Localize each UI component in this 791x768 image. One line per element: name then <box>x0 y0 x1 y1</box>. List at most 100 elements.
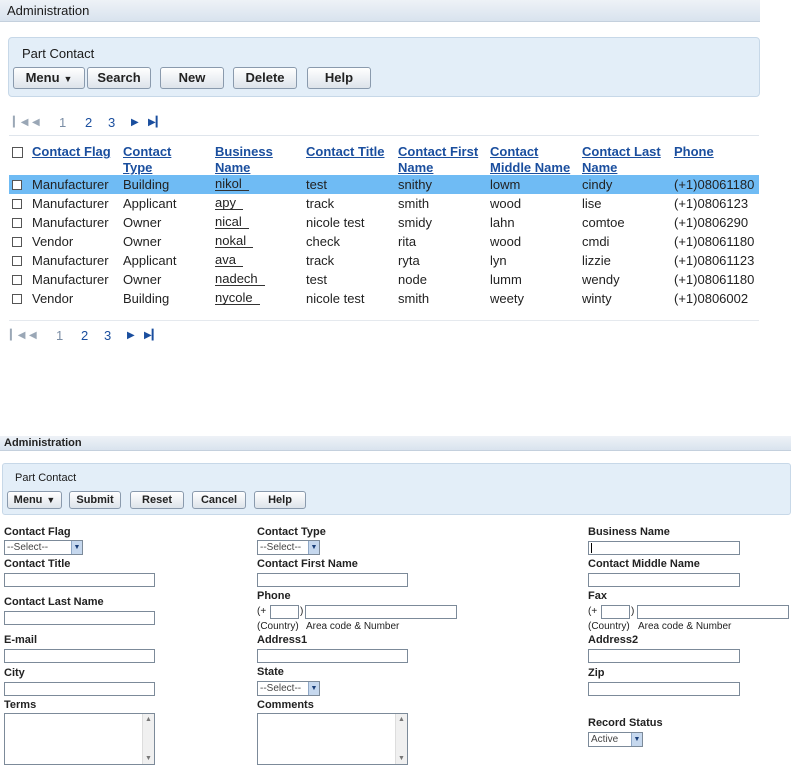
col-phone[interactable]: Phone <box>674 144 714 160</box>
contact-type-label: Contact Type <box>257 526 326 538</box>
record-status-label: Record Status <box>588 717 663 729</box>
cell-business[interactable]: nical <box>215 215 249 229</box>
cell-first: smith <box>398 196 430 211</box>
table-row[interactable]: Vendor Owner nokal check rita wood cmdi (+1)08… <box>9 232 759 251</box>
row-checkbox[interactable] <box>12 294 22 304</box>
cell-business[interactable]: nycole <box>215 291 260 305</box>
cell-title: nicole test <box>306 215 365 230</box>
reset-button[interactable]: Reset <box>130 491 184 509</box>
cancel-button[interactable]: Cancel <box>192 491 246 509</box>
cell-business[interactable]: apy <box>215 196 244 210</box>
row-checkbox[interactable] <box>12 256 22 266</box>
contact-flag-value: --Select-- <box>7 542 49 553</box>
delete-button[interactable]: Delete <box>233 67 297 89</box>
city-input[interactable] <box>4 682 155 696</box>
business-name-input[interactable] <box>588 541 740 555</box>
row-checkbox[interactable] <box>12 218 22 228</box>
first-page-icon[interactable]: ▎◀ <box>10 330 25 341</box>
row-checkbox[interactable] <box>12 275 22 285</box>
col-contact-type[interactable]: Contact Type <box>123 144 193 176</box>
cell-phone: (+1)0806290 <box>674 215 749 230</box>
fax-country-input[interactable] <box>601 605 630 619</box>
state-select[interactable]: --Select-- ▼ <box>257 681 320 696</box>
last-page-icon[interactable]: ▶▎ <box>144 330 159 341</box>
col-contact-middle-name[interactable]: Contact Middle Name <box>490 144 575 176</box>
new-button[interactable]: New <box>160 67 224 89</box>
contact-title-input[interactable] <box>4 573 155 587</box>
table-row[interactable]: Manufacturer Applicant apy track smith wood l… <box>9 194 759 213</box>
col-business-name[interactable]: Business Name <box>215 144 285 176</box>
row-checkbox[interactable] <box>12 237 22 247</box>
scroll-up-icon[interactable]: ▲ <box>145 716 152 723</box>
cell-middle: wood <box>490 234 522 249</box>
fax-area-hint: Area code & Number <box>638 621 732 632</box>
scroll-down-icon[interactable]: ▼ <box>398 755 405 762</box>
next-page-icon[interactable]: ▶ <box>127 330 135 341</box>
business-name-label: Business Name <box>588 526 670 538</box>
page-link-3[interactable]: 3 <box>104 328 111 343</box>
select-all-checkbox[interactable] <box>12 147 23 158</box>
menu-button[interactable]: Menu ▼ <box>13 67 85 89</box>
menu-button[interactable]: Menu ▼ <box>7 491 62 509</box>
admin-title: Administration <box>4 437 82 449</box>
part-contact-panel: Part Contact Menu ▼ Search New Delete Hel… <box>8 37 760 97</box>
cell-business[interactable]: nikol <box>215 177 249 191</box>
cell-flag: Manufacturer <box>32 253 109 268</box>
page-link-2[interactable]: 2 <box>85 115 92 130</box>
last-page-icon[interactable]: ▶▎ <box>148 117 163 128</box>
comments-textarea[interactable]: ▲ ▼ <box>257 713 408 765</box>
col-contact-last-name[interactable]: Contact Last Name <box>582 144 667 176</box>
submit-button[interactable]: Submit <box>69 491 121 509</box>
address2-input[interactable] <box>588 649 740 663</box>
search-button[interactable]: Search <box>87 67 151 89</box>
part-contact-form-panel: Part Contact Menu ▼ Submit Reset Cancel H… <box>2 463 791 515</box>
cell-business[interactable]: nokal <box>215 234 254 248</box>
col-contact-first-name[interactable]: Contact First Name <box>398 144 483 176</box>
fax-number-input[interactable] <box>637 605 789 619</box>
prev-page-icon[interactable]: ◀ <box>29 330 37 341</box>
contact-middle-name-input[interactable] <box>588 573 740 587</box>
zip-label: Zip <box>588 667 605 679</box>
contact-flag-select[interactable]: --Select-- ▼ <box>4 540 83 555</box>
contact-type-select[interactable]: --Select-- ▼ <box>257 540 320 555</box>
cell-business[interactable]: ava <box>215 253 244 267</box>
phone-country-input[interactable] <box>270 605 299 619</box>
help-button[interactable]: Help <box>254 491 306 509</box>
contact-first-name-input[interactable] <box>257 573 408 587</box>
scroll-down-icon[interactable]: ▼ <box>145 755 152 762</box>
row-checkbox[interactable] <box>12 199 22 209</box>
page-link-2[interactable]: 2 <box>81 328 88 343</box>
table-row[interactable]: Manufacturer Applicant ava track ryta lyn liz… <box>9 251 759 270</box>
row-checkbox[interactable] <box>12 180 22 190</box>
next-page-icon[interactable]: ▶ <box>131 117 139 128</box>
page-link-1[interactable]: 1 <box>56 328 63 343</box>
cell-middle: lahn <box>490 215 515 230</box>
panel-title: Part Contact <box>22 46 95 61</box>
scroll-up-icon[interactable]: ▲ <box>398 716 405 723</box>
email-input[interactable] <box>4 649 155 663</box>
record-status-select[interactable]: Active ▼ <box>588 732 643 747</box>
phone-number-input[interactable] <box>305 605 457 619</box>
table-row[interactable]: Manufacturer Owner nadech test node lumm wend… <box>9 270 759 289</box>
city-label: City <box>4 667 25 679</box>
page-link-1[interactable]: 1 <box>59 115 66 130</box>
col-contact-flag[interactable]: Contact Flag <box>32 144 111 160</box>
help-button[interactable]: Help <box>307 67 371 89</box>
zip-input[interactable] <box>588 682 740 696</box>
first-page-icon[interactable]: ▎◀ <box>13 117 28 128</box>
contact-last-name-input[interactable] <box>4 611 155 625</box>
fax-label: Fax <box>588 590 607 602</box>
page-link-3[interactable]: 3 <box>108 115 115 130</box>
table-row[interactable]: Manufacturer Building nikol test snithy lowm… <box>9 175 759 194</box>
terms-textarea[interactable]: ▲ ▼ <box>4 713 155 765</box>
prev-page-icon[interactable]: ◀ <box>32 117 40 128</box>
state-label: State <box>257 666 284 678</box>
table-row[interactable]: Vendor Building nycole nicole test smith wee… <box>9 289 759 308</box>
cell-type: Applicant <box>123 253 177 268</box>
table-row[interactable]: Manufacturer Owner nical nicole test smidy l… <box>9 213 759 232</box>
cell-business[interactable]: nadech <box>215 272 265 286</box>
col-contact-title[interactable]: Contact Title <box>306 144 385 160</box>
address1-input[interactable] <box>257 649 408 663</box>
terms-scrollbar[interactable]: ▲ ▼ <box>142 714 154 764</box>
comments-scrollbar[interactable]: ▲ ▼ <box>395 714 407 764</box>
